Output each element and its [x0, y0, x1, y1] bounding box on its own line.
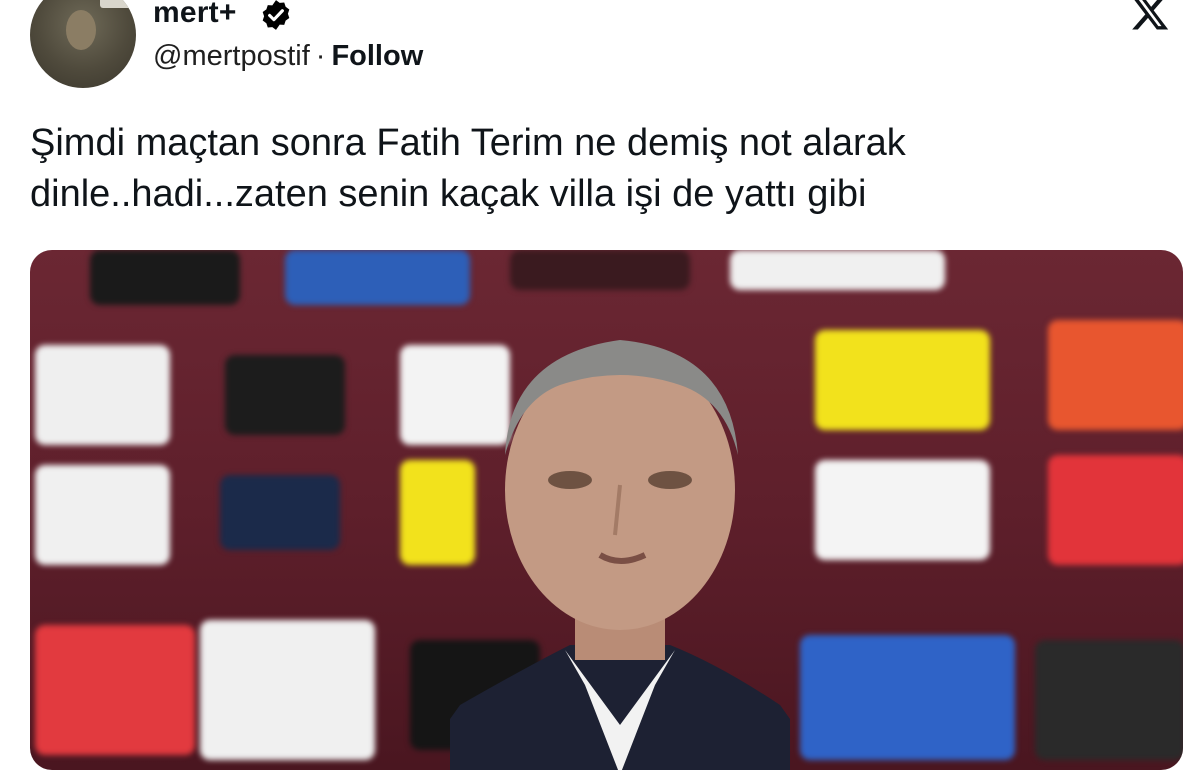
display-name[interactable]: mert+ [153, 0, 237, 30]
handle-row: @mertpostif · Follow [153, 40, 423, 73]
sponsor-logo [730, 250, 945, 290]
sponsor-logo [200, 620, 375, 760]
author-handle[interactable]: @mertpostif [153, 40, 310, 72]
sponsor-logo [90, 250, 240, 305]
person-figure [450, 340, 790, 770]
sponsor-logo [35, 465, 170, 565]
tweet-text-line-2: dinle..hadi...zaten senin kaçak villa iş… [30, 173, 867, 215]
sponsor-logo [35, 625, 195, 755]
sponsor-logo [815, 330, 990, 430]
sponsor-logo [1035, 640, 1183, 760]
follow-button[interactable]: Follow [331, 40, 423, 72]
tweet-text-line-1: Şimdi maçtan sonra Fatih Terim ne demiş … [30, 122, 906, 164]
tweet-media-image[interactable] [30, 250, 1183, 770]
handle-separator: · [315, 40, 326, 72]
verified-badge-icon [262, 0, 290, 30]
sponsor-logo [220, 475, 340, 550]
sponsor-logo [35, 345, 170, 445]
author-avatar[interactable] [30, 0, 136, 88]
sponsor-logo [1048, 455, 1183, 565]
sponsor-logo [800, 635, 1015, 760]
sponsor-logo [1048, 320, 1183, 430]
x-logo-icon[interactable] [1130, 0, 1170, 32]
sponsor-logo [815, 460, 990, 560]
sponsor-logo [510, 250, 690, 290]
sponsor-logo [225, 355, 345, 435]
tweet-text: Şimdi maçtan sonra Fatih Terim ne demiş … [30, 118, 1150, 220]
sponsor-logo [285, 250, 470, 305]
